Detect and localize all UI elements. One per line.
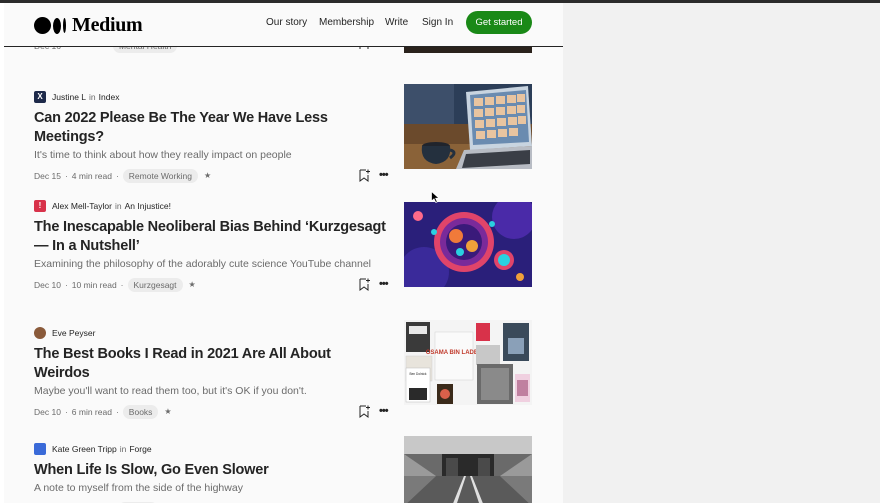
member-star-icon: ★: [203, 171, 212, 180]
bookmark-icon[interactable]: [358, 278, 370, 291]
article-title[interactable]: The Best Books I Read in 2021 Are All Ab…: [34, 345, 386, 383]
member-star-icon: ★: [188, 280, 196, 289]
publication-name[interactable]: Index: [99, 92, 120, 102]
author-name[interactable]: Alex Mell-Taylor: [52, 201, 112, 211]
nav-our-story[interactable]: Our story: [266, 17, 307, 28]
more-options-icon[interactable]: •••: [379, 169, 389, 181]
in-label: in: [89, 91, 96, 102]
more-options-icon[interactable]: •••: [379, 278, 389, 290]
medium-logo[interactable]: Medium: [34, 14, 143, 37]
more-options-icon[interactable]: •••: [379, 405, 389, 417]
read-time: 6 min read: [71, 406, 112, 417]
article-subtitle[interactable]: Examining the philosophy of the adorably…: [34, 258, 386, 271]
article-thumbnail[interactable]: OSAMA BIN LADEN Ben Dolnick: [404, 320, 532, 405]
article-meta: Dec 10 · 6 min read · Books ★ •••: [34, 404, 392, 419]
article-thumbnail[interactable]: [404, 84, 532, 169]
in-label: in: [119, 443, 127, 454]
article-meta: Dec 10 · 10 min read · Kurzgesagt ★ •••: [34, 277, 392, 292]
article-subtitle[interactable]: It's time to think about how they really…: [34, 149, 386, 162]
article-meta: Dec 15 · 4 min read · Remote Working ★ •…: [34, 168, 392, 183]
book-cover-title: Ben Dolnick: [409, 372, 426, 376]
article-date: Dec 10: [34, 406, 61, 417]
nav-write[interactable]: Write: [385, 17, 408, 28]
mouse-cursor-icon: [431, 191, 440, 203]
separator-dot: ·: [115, 170, 119, 181]
author-name[interactable]: Justine L: [52, 92, 86, 102]
medium-logo-icon: [34, 17, 66, 34]
article-title[interactable]: When Life Is Slow, Go Even Slower: [34, 461, 386, 480]
empty-side-pane: [563, 3, 880, 503]
book-cover-title: OSAMA BIN LADEN: [426, 350, 482, 356]
separator-dot: ·: [115, 406, 119, 417]
article-title[interactable]: Can 2022 Please Be The Year We Have Less…: [34, 109, 386, 147]
read-time: 10 min read: [71, 279, 117, 290]
article-title[interactable]: The Inescapable Neoliberal Bias Behind ‘…: [34, 218, 386, 256]
bookmark-icon[interactable]: [358, 405, 370, 418]
publication-name[interactable]: An Injustice!: [125, 201, 171, 211]
nav-sign-in[interactable]: Sign In: [422, 17, 453, 28]
separator-dot: ·: [64, 406, 68, 417]
publication-name[interactable]: Forge: [129, 444, 151, 454]
topic-tag[interactable]: Kurzgesagt: [127, 277, 183, 292]
topic-tag[interactable]: Books: [122, 404, 159, 419]
article-thumbnail[interactable]: [404, 202, 532, 287]
author-name[interactable]: Kate Green Tripp: [52, 444, 117, 454]
article-subtitle[interactable]: Maybe you'll want to read them too, but …: [34, 385, 386, 398]
publication-avatar[interactable]: !: [34, 199, 46, 212]
article-date: Dec 10: [34, 279, 61, 290]
author-name[interactable]: Eve Peyser: [52, 328, 95, 338]
brand-name: Medium: [72, 14, 143, 36]
separator-dot: ·: [64, 279, 68, 290]
site-header: Medium Our story Membership Write Sign I…: [4, 3, 563, 47]
article-subtitle[interactable]: A note to myself from the side of the hi…: [34, 482, 386, 495]
article-date: Dec 15: [34, 170, 61, 181]
publication-avatar[interactable]: X: [34, 90, 46, 103]
author-avatar[interactable]: [34, 326, 46, 339]
nav-membership[interactable]: Membership: [319, 17, 374, 28]
article-thumbnail[interactable]: [404, 436, 532, 503]
separator-dot: ·: [64, 170, 68, 181]
topic-tag[interactable]: Remote Working: [122, 168, 198, 183]
in-label: in: [115, 200, 122, 211]
read-time: 4 min read: [71, 170, 112, 181]
medium-page: Dec 16 Mental Health Medium Our story Me…: [4, 3, 563, 503]
bookmark-icon[interactable]: [358, 169, 370, 182]
publication-avatar[interactable]: [34, 442, 46, 455]
get-started-button[interactable]: Get started: [466, 11, 532, 34]
member-star-icon: ★: [164, 407, 172, 416]
separator-dot: ·: [120, 279, 124, 290]
